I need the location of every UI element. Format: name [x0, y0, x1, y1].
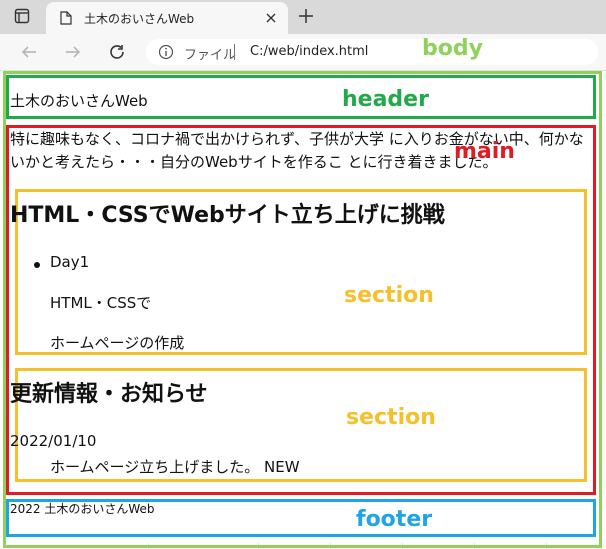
section1-paragraph-1: HTML・CSSで: [50, 294, 152, 312]
site-info-label: ファイル: [184, 48, 237, 63]
section1-heading: HTML・CSSでWebサイト立ち上げに挑戦: [10, 203, 445, 228]
forward-arrow-icon[interactable]: [64, 43, 82, 61]
list-bullet: [34, 262, 40, 268]
site-header-title: 土木のおいさんWeb: [10, 92, 148, 110]
url-text[interactable]: C:/web/index.html: [250, 44, 368, 59]
info-icon[interactable]: [158, 44, 174, 60]
section-label-1: section: [344, 283, 434, 308]
address-separator: [234, 44, 235, 60]
close-icon[interactable]: [264, 10, 278, 24]
header-label: header: [342, 87, 429, 112]
news-date: 2022/01/10: [10, 432, 97, 450]
news-item: ホームページ立ち上げました。 NEW: [50, 458, 300, 476]
tab-actions-icon[interactable]: [14, 8, 30, 24]
section-label-2: section: [346, 405, 436, 430]
page-icon: [60, 10, 72, 25]
new-tab-icon[interactable]: [298, 8, 314, 24]
tab-title: 土木のおいさんWeb: [84, 12, 195, 26]
body-label: body: [422, 36, 483, 61]
browser-toolbar: ファイル C:/web/index.html: [0, 34, 606, 71]
main-label: main: [454, 139, 515, 164]
footer-label: footer: [356, 507, 433, 532]
list-item: Day1: [50, 253, 90, 271]
footer-text: 2022 土木のおいさんWeb: [10, 502, 155, 516]
section1-paragraph-2: ホームページの作成: [50, 334, 185, 352]
back-arrow-icon[interactable]: [20, 43, 38, 61]
tab-active[interactable]: 土木のおいさんWeb: [46, 2, 288, 34]
tab-strip: 土木のおいさんWeb: [0, 0, 606, 34]
page-viewport: 土木のおいさんWeb 特に趣味もなく、コロナ禍で出かけられず、子供が大学 に入り…: [0, 36, 606, 549]
refresh-icon[interactable]: [108, 43, 126, 61]
address-bar[interactable]: ファイル C:/web/index.html: [146, 39, 598, 65]
section2-heading: 更新情報・お知らせ: [10, 382, 208, 407]
